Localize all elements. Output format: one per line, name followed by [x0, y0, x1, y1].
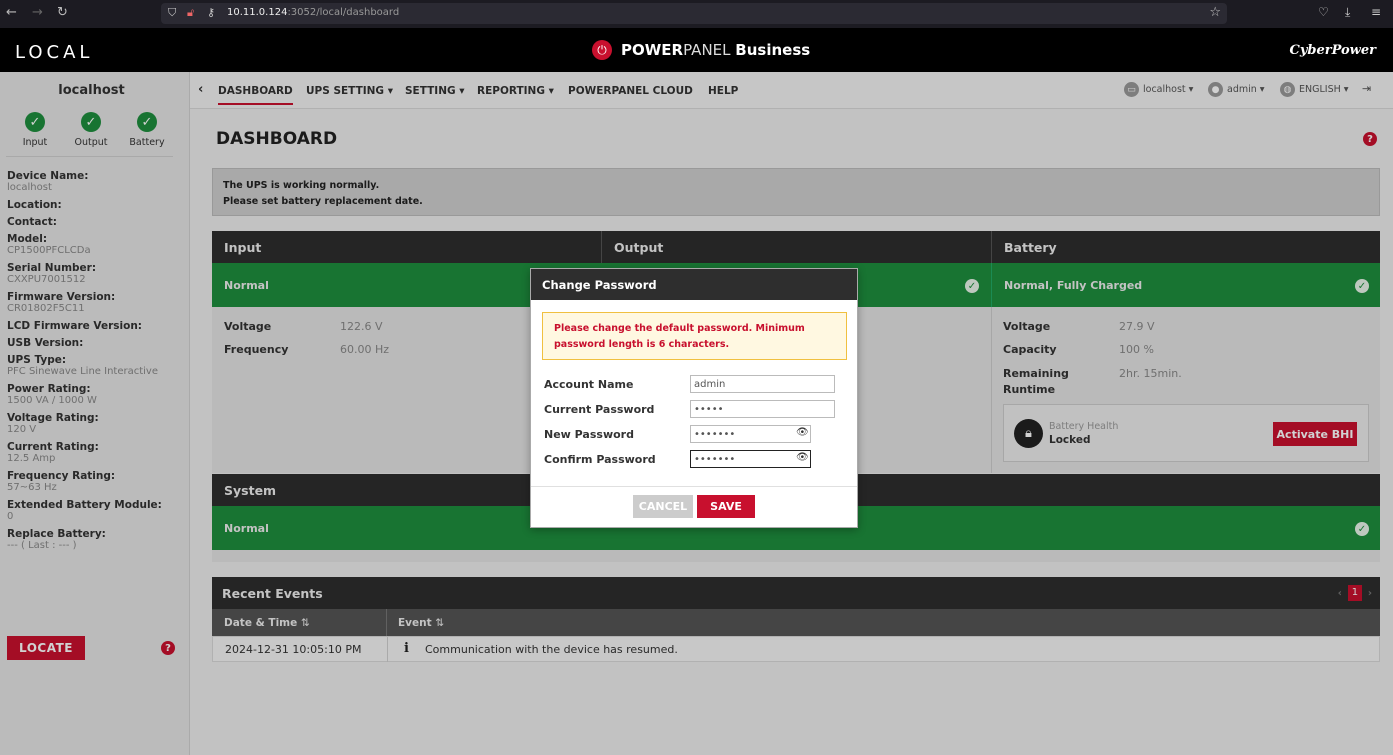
lock-icon: 🔓︎ [187, 6, 195, 19]
change-password-modal: Change Password Please change the defaul… [530, 268, 858, 528]
modal-title: Change Password [531, 269, 857, 300]
brand-business: Business [735, 41, 811, 59]
save-button[interactable]: SAVE [697, 495, 755, 518]
eye-icon[interactable]: 👁︎ [796, 452, 809, 463]
key-icon: ⚷ [207, 6, 216, 19]
shield-icon: ⛉ [168, 6, 177, 19]
warning-line: Please change the default password. Mini… [554, 323, 805, 334]
app-header: LOCAL ⏻ POWERPANEL Business CyberPower [0, 28, 1393, 72]
brand-local: LOCAL [15, 42, 94, 63]
url-host: 10.11.0.124 [227, 7, 288, 18]
warning-line: password length is 6 characters. [554, 339, 730, 350]
divider [531, 486, 857, 487]
bookmark-star-icon[interactable]: ☆ [1209, 5, 1221, 20]
new-password-input[interactable] [690, 425, 811, 443]
confirm-password-label: Confirm Password [544, 453, 656, 466]
account-name-label: Account Name [544, 378, 634, 391]
cyberpower-logo: CyberPower [1289, 43, 1376, 58]
account-name-row: Account Name [544, 375, 844, 395]
password-warning: Please change the default password. Mini… [542, 312, 847, 360]
pocket-icon[interactable]: ♡ [1318, 5, 1329, 19]
reload-icon[interactable]: ↻ [57, 5, 68, 20]
download-icon[interactable]: ⤓ [1345, 5, 1350, 20]
account-name-input[interactable] [690, 375, 835, 393]
menu-icon[interactable]: ≡ [1371, 5, 1381, 19]
forward-icon[interactable]: → [32, 5, 43, 20]
confirm-password-input[interactable] [690, 450, 811, 468]
powerpanel-logo: ⏻ POWERPANEL Business [592, 38, 810, 62]
cancel-button[interactable]: CANCEL [633, 495, 693, 518]
new-password-row: New Password 👁︎ [544, 425, 844, 445]
browser-toolbar: ← → ↻ ⛉ 🔓︎ ⚷ 10.11.0.124:3052/local/dash… [0, 0, 1393, 28]
back-icon[interactable]: ← [6, 5, 17, 20]
url-text: 10.11.0.124:3052/local/dashboard [227, 7, 399, 18]
eye-icon[interactable]: 👁︎ [796, 427, 809, 438]
power-icon: ⏻ [592, 40, 612, 60]
brand-power: POWER [621, 41, 684, 59]
url-path: :3052/local/dashboard [287, 7, 400, 18]
address-bar[interactable]: ⛉ 🔓︎ ⚷ 10.11.0.124:3052/local/dashboard … [161, 3, 1227, 24]
current-password-input[interactable] [690, 400, 835, 418]
current-password-row: Current Password [544, 400, 844, 420]
brand-panel: PANEL [683, 41, 731, 59]
new-password-label: New Password [544, 428, 634, 441]
current-password-label: Current Password [544, 403, 655, 416]
confirm-password-row: Confirm Password 👁︎ [544, 450, 844, 470]
